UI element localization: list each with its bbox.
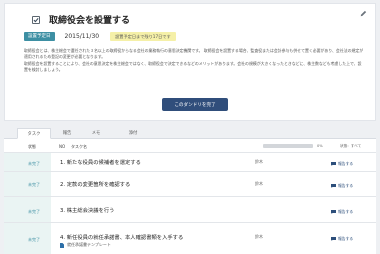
due-date-value: 2015/11/30 <box>64 33 100 40</box>
task-name[interactable]: 3. 株主総会決議を行う <box>60 206 114 214</box>
template-link[interactable]: 就任承諾書テンプレート <box>60 242 111 248</box>
assignee: 鈴木 <box>255 159 263 164</box>
report-button[interactable]: 報告する <box>331 209 353 215</box>
report-button-label: 報告する <box>338 161 354 166</box>
status-badge: 未完了 <box>28 237 40 242</box>
task-description: 取締役会とは、株主総会で選任された３名以上の取締役からなる会社の業務執行の意思決… <box>24 48 364 74</box>
task-checkbox[interactable] <box>32 15 40 24</box>
report-button[interactable]: 報告する <box>331 236 353 242</box>
report-button-label: 報告する <box>338 236 354 241</box>
comment-icon <box>331 162 336 166</box>
task-detail-page: 取締役会を設置する 設置予定日 2015/11/30 設置予定日まで残り17日で… <box>0 0 380 254</box>
days-remaining-badge: 設置予定日まで残り17日です <box>110 32 176 41</box>
template-link-label: 就任承諾書テンプレート <box>67 242 111 247</box>
status-badge: 未完了 <box>28 182 40 187</box>
status-badge: 未完了 <box>28 209 40 214</box>
report-button[interactable]: 報告する <box>331 183 353 189</box>
tab-attachments[interactable]: 添付 <box>121 128 145 139</box>
task-name-column-header: タスク名 <box>71 144 87 149</box>
table-row[interactable]: 未完了 2. 定款の変更箇所を確認する 鈴木 報告する <box>4 172 376 197</box>
tab-reports[interactable]: 報告 <box>55 128 79 139</box>
table-row[interactable]: 未完了 3. 株主総会決議を行う 報告する <box>4 197 376 223</box>
edit-icon[interactable] <box>360 10 367 17</box>
progress-percent: 0% <box>317 144 323 148</box>
task-table: 状態 NO タスク名 0% 状態：すべて 未完了 1. 新たな役員の候補者を選定… <box>4 139 376 254</box>
report-button-label: 報告する <box>338 183 354 188</box>
document-icon <box>60 242 64 248</box>
no-column-header: NO <box>59 144 66 149</box>
task-name[interactable]: 1. 新たな役員の候補者を選定する <box>60 158 141 166</box>
description-paragraph: 取締役会とは、株主総会で選任された３名以上の取締役からなる会社の業務執行の意思決… <box>24 48 364 60</box>
status-badge: 未完了 <box>28 161 40 166</box>
status-filter[interactable]: 状態：すべて <box>340 144 361 149</box>
due-date-row: 設置予定日 2015/11/30 設置予定日まで残り17日です <box>24 31 176 42</box>
assignee: 鈴木 <box>255 234 263 239</box>
progress-bar <box>263 144 313 148</box>
comment-icon <box>331 184 336 188</box>
task-card: 取締役会を設置する 設置予定日 2015/11/30 設置予定日まで残り17日で… <box>4 3 376 121</box>
status-column-header: 状態 <box>28 144 36 149</box>
tab-memo[interactable]: メモ <box>84 128 108 139</box>
table-row[interactable]: 未完了 4. 新任役員の就任承諾書、本人確認書類を入手する 鈴木 報告する 就任… <box>4 223 376 254</box>
comment-icon <box>331 237 336 241</box>
report-button[interactable]: 報告する <box>331 161 353 167</box>
tab-bar: タスク 報告 メモ 添付 <box>4 128 376 139</box>
table-row[interactable]: 未完了 1. 新たな役員の候補者を選定する 鈴木 報告する <box>4 153 376 172</box>
title-row: 取締役会を設置する <box>32 13 130 26</box>
due-date-label: 設置予定日 <box>24 32 55 41</box>
tab-tasks[interactable]: タスク <box>17 128 51 139</box>
task-name[interactable]: 4. 新任役員の就任承諾書、本人確認書類を入手する <box>60 233 183 241</box>
table-header: 状態 NO タスク名 0% 状態：すべて <box>4 139 376 153</box>
page-title: 取締役会を設置する <box>49 16 131 26</box>
check-icon <box>33 17 39 22</box>
assignee: 鈴木 <box>255 181 263 186</box>
report-button-label: 報告する <box>338 209 354 214</box>
complete-dandori-button[interactable]: このダンドリを完了 <box>162 98 228 111</box>
description-paragraph: 取締役会を設置することにより、会社の意思決定を株主総会ではなく、取締役会で決定で… <box>24 60 362 73</box>
task-name[interactable]: 2. 定款の変更箇所を確認する <box>60 180 130 188</box>
comment-icon <box>331 210 336 214</box>
